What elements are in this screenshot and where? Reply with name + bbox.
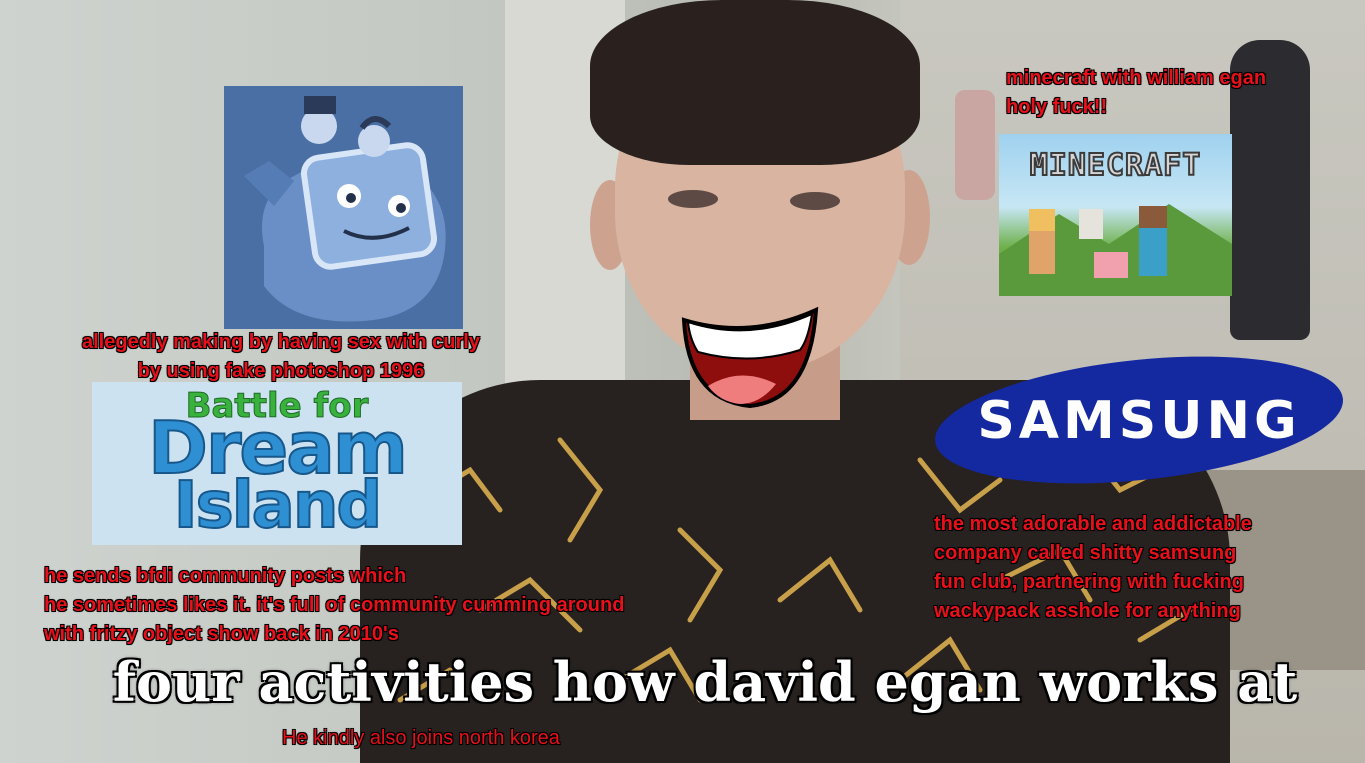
main-title: four activities how david egan works at	[112, 650, 1298, 714]
cartoon-mouth-icon	[680, 300, 820, 410]
bfdi-logo-image: Battle for Dream Island	[92, 382, 462, 545]
person-eye-right	[790, 192, 840, 210]
caption-curly: allegedly making by having sex with curl…	[82, 331, 480, 382]
samsung-logo: SAMSUNG	[932, 352, 1346, 488]
caption-north-korea: He kindly also joins north korea	[282, 727, 560, 749]
caption-samsung: the most adorable and addictable company…	[934, 513, 1252, 622]
background-hanger	[955, 90, 995, 200]
person-hair	[590, 0, 920, 165]
samsung-logo-text: SAMSUNG	[977, 391, 1300, 451]
cave-story-image	[224, 86, 463, 329]
bfdi-logo-bottom: Island	[173, 469, 383, 543]
caption-bfdi: he sends bfdi community posts which he s…	[44, 565, 625, 645]
caption-minecraft: minecraft with william egan holy fuck!!	[1006, 67, 1267, 118]
minecraft-image: MINECRAFT	[999, 134, 1232, 296]
person-eye-left	[668, 190, 718, 208]
